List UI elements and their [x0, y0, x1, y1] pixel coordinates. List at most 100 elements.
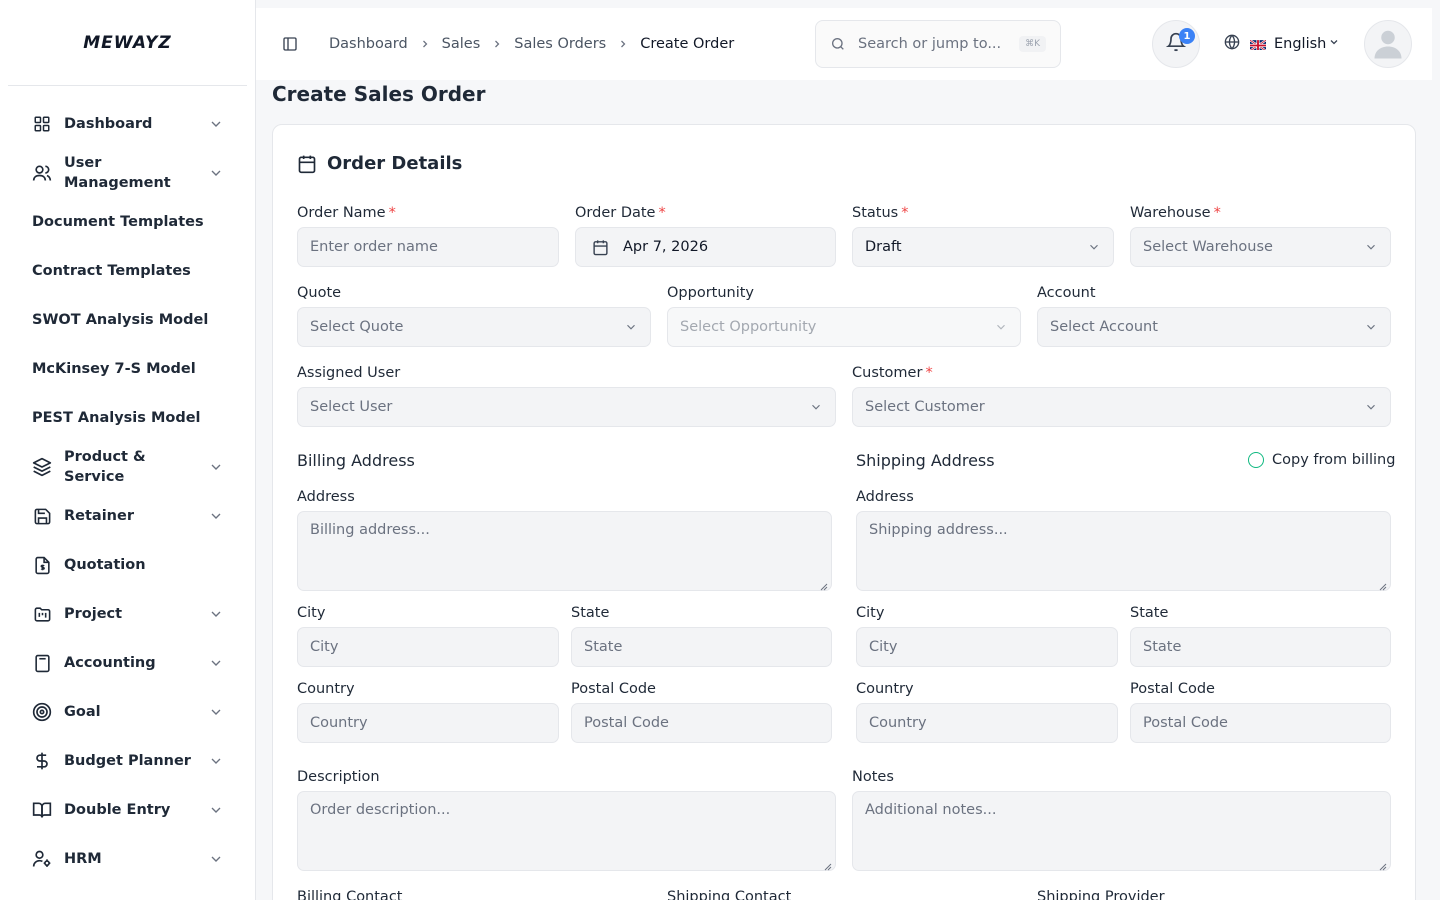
sidebar-item-user-management[interactable]: User Management — [32, 153, 232, 193]
assigned-user-select[interactable]: Select User — [297, 387, 836, 427]
billing-city-input[interactable] — [310, 639, 546, 655]
opportunity-select[interactable]: Select Opportunity — [667, 307, 1021, 347]
shipping-state-input[interactable] — [1143, 639, 1378, 655]
language-selector[interactable]: English — [1224, 34, 1340, 54]
shipping-state-label: State — [1130, 605, 1169, 621]
chevron-down-icon — [208, 165, 224, 181]
quote-placeholder: Select Quote — [310, 319, 404, 335]
chevron-down-icon — [624, 320, 638, 334]
user-cog-icon — [32, 849, 52, 869]
shipping-city-input[interactable] — [869, 639, 1105, 655]
billing-address-heading: Billing Address — [297, 451, 415, 470]
sidebar-item-project[interactable]: Project — [32, 604, 232, 624]
sidebar-item-label: HRM — [64, 851, 102, 867]
sidebar-item-document-templates[interactable]: Document Templates — [32, 212, 232, 232]
description-input[interactable] — [310, 802, 823, 860]
user-avatar[interactable] — [1364, 20, 1412, 68]
chevron-down-icon — [208, 655, 224, 671]
sidebar-item-accounting[interactable]: Accounting — [32, 653, 232, 673]
billing-state-wrap — [571, 627, 832, 667]
sidebar-item-goal[interactable]: Goal — [32, 702, 232, 722]
book-open-icon — [32, 800, 52, 820]
shipping-contact-field: Shipping Contact — [667, 887, 1021, 900]
shipping-postal-field: Postal Code — [1130, 679, 1391, 743]
chevron-down-icon — [208, 851, 224, 867]
calculator-icon — [32, 653, 52, 673]
warehouse-placeholder: Select Warehouse — [1143, 239, 1273, 255]
opportunity-label: Opportunity — [667, 285, 755, 301]
shipping-address-field: Address — [856, 487, 1391, 591]
status-label: Status — [852, 205, 899, 221]
shipping-country-input[interactable] — [869, 715, 1105, 731]
billing-country-input[interactable] — [310, 715, 546, 731]
sidebar-item-label: Project — [64, 606, 123, 622]
sidebar-item-retainer[interactable]: Retainer — [32, 506, 232, 526]
billing-state-input[interactable] — [584, 639, 819, 655]
sidebar-toggle-icon[interactable] — [282, 36, 298, 52]
shipping-postal-input[interactable] — [1143, 715, 1378, 731]
sidebar-item-mckinsey[interactable]: McKinsey 7-S Model — [32, 359, 232, 379]
resize-grip-icon[interactable] — [1379, 859, 1387, 871]
order-name-input[interactable] — [310, 239, 546, 255]
sidebar-item-pest-analysis[interactable]: PEST Analysis Model — [32, 408, 232, 428]
resize-grip-icon[interactable] — [820, 579, 828, 591]
users-icon — [32, 163, 52, 183]
notifications-button[interactable]: 1 — [1152, 20, 1200, 68]
section-title: Order Details — [327, 153, 463, 174]
sidebar-item-product-service[interactable]: Product & Service — [32, 447, 232, 487]
breadcrumb-dashboard[interactable]: Dashboard — [329, 36, 408, 52]
sidebar-item-contract-templates[interactable]: Contract Templates — [32, 261, 232, 281]
copy-from-billing-radio[interactable] — [1248, 452, 1264, 468]
quote-select[interactable]: Select Quote — [297, 307, 651, 347]
copy-from-billing-toggle[interactable]: Copy from billing — [1248, 452, 1395, 468]
breadcrumb-sales[interactable]: Sales — [442, 36, 481, 52]
sidebar-item-dashboard[interactable]: Dashboard — [32, 114, 232, 134]
top-bar: Dashboard Sales Sales Orders Create Orde… — [256, 8, 1432, 80]
chevron-down-icon — [1328, 36, 1340, 52]
account-label: Account — [1037, 285, 1096, 301]
notification-count-badge: 1 — [1179, 28, 1195, 44]
warehouse-select[interactable]: Select Warehouse — [1130, 227, 1391, 267]
sidebar-item-quotation[interactable]: Quotation — [32, 555, 232, 575]
search-bar[interactable]: Search or jump to... ⌘K — [815, 20, 1061, 68]
logo-container: MEWAYZ — [8, 0, 247, 86]
account-placeholder: Select Account — [1050, 319, 1158, 335]
sidebar-item-label: Retainer — [64, 508, 134, 524]
chevron-down-icon — [208, 116, 224, 132]
billing-city-label: City — [297, 605, 326, 621]
shipping-state-wrap — [1130, 627, 1391, 667]
grid-icon — [32, 114, 52, 134]
shipping-country-wrap — [856, 703, 1118, 743]
shipping-address-input[interactable] — [869, 522, 1378, 580]
resize-grip-icon[interactable] — [824, 859, 832, 871]
sidebar-item-label: Budget Planner — [64, 753, 191, 769]
sidebar-item-hrm[interactable]: HRM — [32, 849, 232, 869]
billing-address-input[interactable] — [310, 522, 819, 580]
sidebar-item-label: Double Entry — [64, 802, 171, 818]
shipping-city-label: City — [856, 605, 885, 621]
sidebar-item-label: Document Templates — [32, 214, 204, 230]
chevron-down-icon — [208, 508, 224, 524]
breadcrumb-sales-orders[interactable]: Sales Orders — [514, 36, 606, 52]
chevron-right-icon — [418, 38, 432, 50]
shipping-address-label: Address — [856, 489, 914, 505]
order-date-picker[interactable]: Apr 7, 2026 — [575, 227, 836, 267]
account-select[interactable]: Select Account — [1037, 307, 1391, 347]
quote-label: Quote — [297, 285, 342, 301]
page-title: Create Sales Order — [272, 82, 486, 106]
sidebar-item-label: Product & Service — [64, 449, 146, 485]
status-select[interactable]: Draft — [852, 227, 1114, 267]
chevron-down-icon — [208, 704, 224, 720]
sidebar-item-label: Quotation — [64, 557, 146, 573]
notes-input[interactable] — [865, 802, 1378, 860]
sidebar-item-swot-analysis[interactable]: SWOT Analysis Model — [32, 310, 232, 330]
resize-grip-icon[interactable] — [1379, 579, 1387, 591]
brand-logo[interactable]: MEWAYZ — [83, 33, 172, 53]
sidebar-item-double-entry[interactable]: Double Entry — [32, 800, 232, 820]
sidebar-item-budget-planner[interactable]: Budget Planner — [32, 751, 232, 771]
billing-postal-input[interactable] — [584, 715, 819, 731]
customer-select[interactable]: Select Customer — [852, 387, 1391, 427]
billing-postal-label: Postal Code — [571, 681, 656, 697]
billing-contact-label: Billing Contact — [297, 889, 403, 900]
sidebar-item-label: Dashboard — [64, 116, 153, 132]
